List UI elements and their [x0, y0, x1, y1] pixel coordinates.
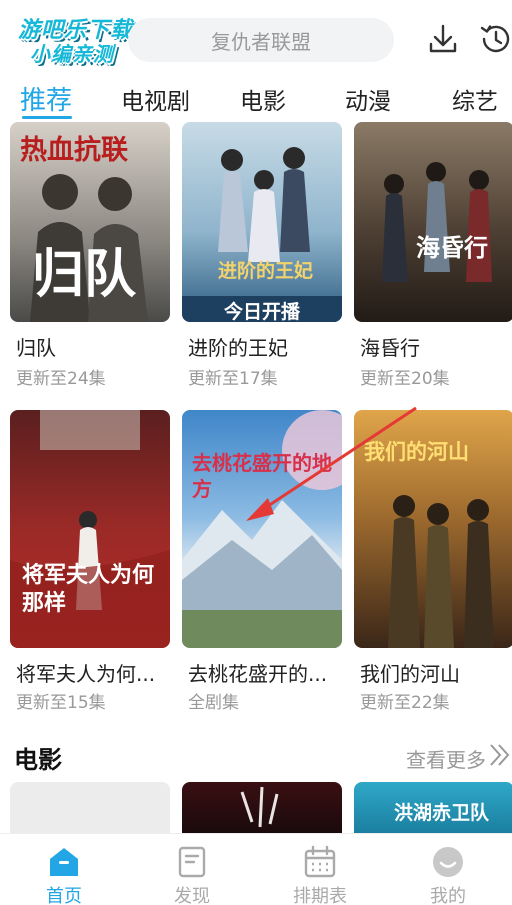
poster-art — [382, 162, 492, 282]
poster-caption: 今日开播 — [224, 301, 301, 322]
show-status: 更新至24集 — [16, 369, 106, 389]
poster-caption: 将军夫人为何那样 — [22, 563, 155, 616]
search-placeholder: 复仇者联盟 — [211, 29, 311, 54]
show-title: 归队 — [16, 336, 56, 360]
show-card[interactable]: 去桃花盛开的地方 去桃花盛开的... 全剧集 — [182, 410, 342, 713]
movie-poster[interactable] — [10, 782, 170, 833]
home-icon — [50, 848, 78, 876]
show-status: 更新至17集 — [188, 369, 278, 389]
history-clock-icon[interactable] — [478, 22, 512, 56]
tab-movies[interactable]: 电影 — [240, 82, 286, 116]
profile-icon — [433, 847, 463, 877]
nav-label-home: 首页 — [46, 886, 82, 905]
show-card[interactable]: 进阶的王妃 今日开播 进阶的王妃 更新至17集 — [182, 122, 342, 392]
poster-image[interactable]: 进阶的王妃 今日开播 — [182, 122, 342, 322]
poster-image[interactable]: 我们的河山 — [354, 410, 512, 648]
poster-art — [182, 410, 342, 648]
discover-icon — [178, 846, 206, 878]
poster-caption: 热血抗联 — [20, 135, 128, 166]
view-more-link[interactable]: 查看更多 — [406, 744, 486, 773]
poster-caption: 我们的河山 — [364, 440, 469, 464]
category-tabs: 推荐 电视剧 电影 动漫 综艺 — [0, 78, 512, 122]
nav-label-profile: 我的 — [430, 886, 466, 905]
show-title: 我们的河山 — [360, 662, 460, 686]
nav-home[interactable]: 首页 — [0, 834, 128, 905]
show-status: 更新至22集 — [360, 693, 450, 713]
top-header: 游吧乐下载 小编亲测 复仇者联盟 — [0, 0, 512, 78]
nav-profile[interactable]: 我的 — [384, 834, 512, 905]
show-title: 进阶的王妃 — [188, 336, 288, 360]
poster-art — [218, 147, 310, 262]
movie-poster[interactable] — [182, 782, 342, 833]
nav-schedule[interactable]: 排期表 — [256, 834, 384, 905]
nav-label-schedule: 排期表 — [293, 886, 347, 905]
download-icon[interactable] — [426, 22, 460, 56]
show-card[interactable]: 海昏行 海昏行 更新至20集 — [354, 122, 512, 392]
bottom-navigation: 首页 发现 排期表 我的 — [0, 833, 512, 905]
double-chevron-right-icon[interactable] — [488, 741, 512, 769]
show-card[interactable]: 将军夫人为何那样 将军夫人为何... 更新至15集 — [10, 410, 170, 713]
tab-variety[interactable]: 综艺 — [452, 82, 498, 116]
show-title: 海昏行 — [360, 336, 420, 360]
tab-recommend[interactable]: 推荐 — [20, 80, 72, 117]
show-status: 更新至15集 — [16, 693, 106, 713]
poster-image[interactable]: 海昏行 — [354, 122, 512, 322]
tab-tv-series[interactable]: 电视剧 — [121, 82, 190, 116]
show-card[interactable]: 热血抗联 归队 归队 更新至24集 — [10, 122, 170, 392]
search-bar[interactable]: 复仇者联盟 — [128, 18, 394, 62]
show-status: 全剧集 — [188, 693, 239, 713]
show-title: 将军夫人为何... — [16, 662, 156, 686]
poster-caption: 归队 — [32, 245, 137, 305]
poster-caption: 海昏行 — [416, 234, 488, 262]
movie-poster[interactable]: 洪湖赤卫队 — [354, 782, 512, 833]
show-status: 更新至20集 — [360, 369, 450, 389]
nav-label-discover: 发现 — [174, 886, 210, 905]
tab-anime[interactable]: 动漫 — [345, 82, 391, 116]
active-tab-indicator — [22, 116, 72, 119]
nav-discover[interactable]: 发现 — [128, 834, 256, 905]
poster-caption: 洪湖赤卫队 — [394, 802, 490, 824]
show-card[interactable]: 我们的河山 我们的河山 更新至22集 — [354, 410, 512, 713]
calendar-icon — [304, 845, 336, 878]
poster-art — [240, 786, 279, 828]
section-title-movies: 电影 — [14, 746, 62, 774]
poster-caption: 进阶的王妃 — [218, 260, 314, 282]
poster-image[interactable]: 去桃花盛开的地方 — [182, 410, 342, 648]
poster-caption: 去桃花盛开的地方 — [192, 451, 332, 501]
poster-image[interactable]: 热血抗联 归队 — [10, 122, 170, 322]
poster-image[interactable]: 将军夫人为何那样 — [10, 410, 170, 648]
show-title: 去桃花盛开的... — [188, 662, 328, 686]
watermark-line2: 小编亲测 — [30, 42, 114, 66]
